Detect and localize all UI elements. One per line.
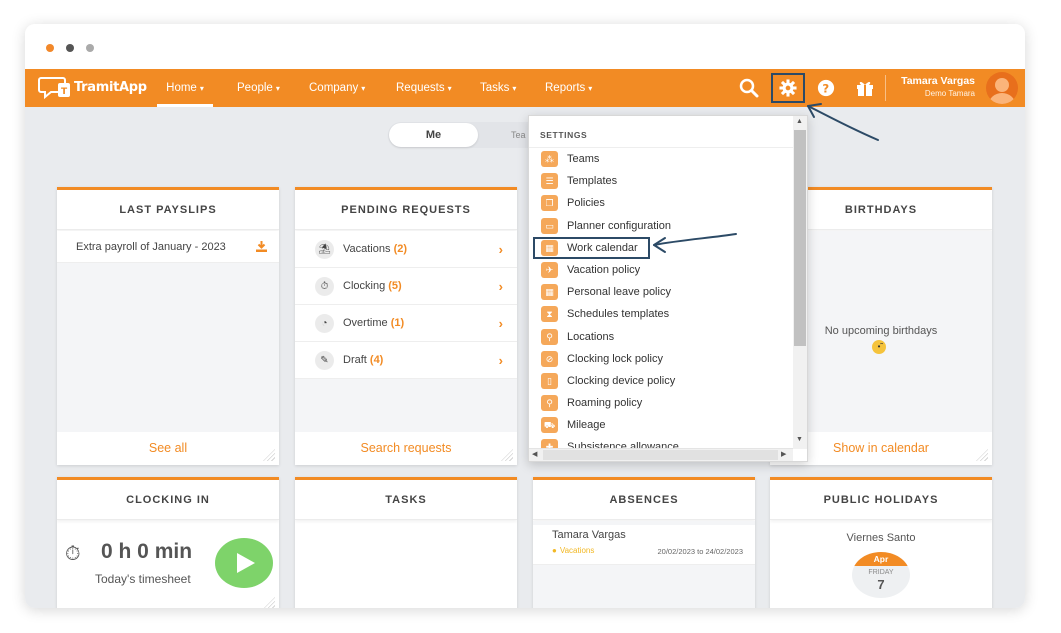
- annotation-arrow-work-calendar: [653, 233, 737, 246]
- annotation-arrow-settings: [807, 105, 879, 141]
- annotation-arrows: [653, 103, 879, 253]
